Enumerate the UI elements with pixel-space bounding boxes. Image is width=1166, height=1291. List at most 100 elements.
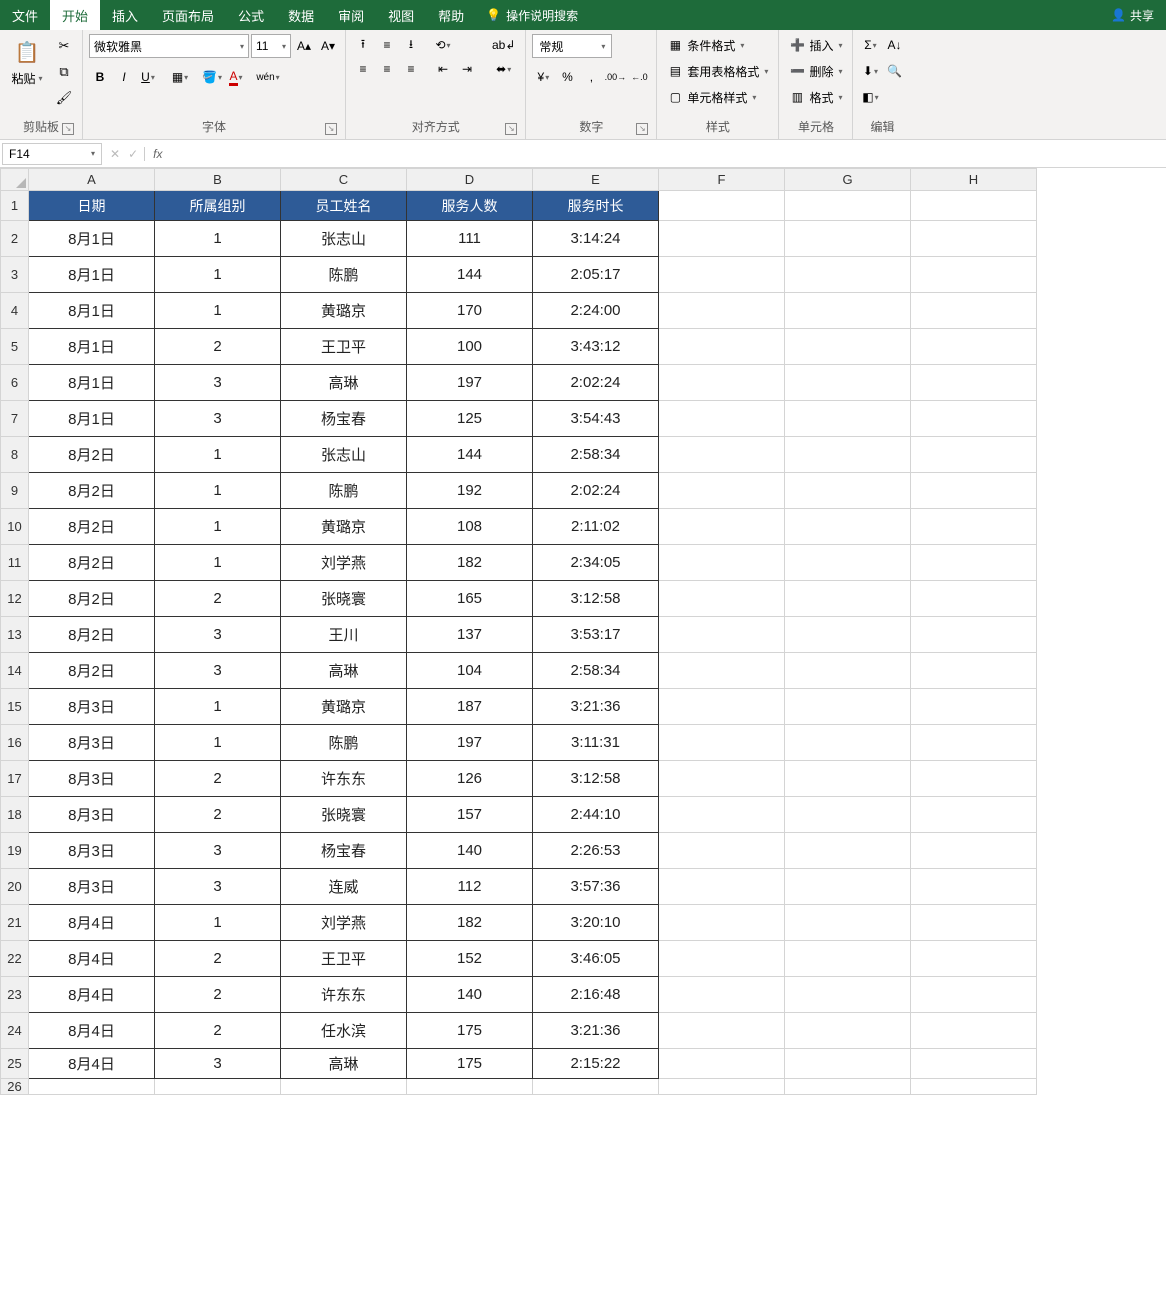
cell[interactable] (659, 833, 785, 869)
table-data-cell[interactable]: 3:14:24 (533, 221, 659, 257)
cell[interactable] (785, 797, 911, 833)
cell-styles-button[interactable]: ▢单元格样式▾ (663, 86, 760, 108)
format-cells-button[interactable]: ▥格式▾ (785, 86, 846, 108)
table-data-cell[interactable]: 2 (155, 1013, 281, 1049)
cell[interactable] (659, 689, 785, 725)
cell[interactable] (911, 905, 1037, 941)
table-data-cell[interactable]: 3:53:17 (533, 617, 659, 653)
cell[interactable] (155, 1079, 281, 1095)
cell[interactable] (785, 401, 911, 437)
table-data-cell[interactable]: 杨宝春 (281, 401, 407, 437)
table-data-cell[interactable]: 张晓寰 (281, 581, 407, 617)
table-data-cell[interactable]: 任水滨 (281, 1013, 407, 1049)
cell[interactable] (785, 437, 911, 473)
table-data-cell[interactable]: 2:02:24 (533, 365, 659, 401)
font-name-combo[interactable]: 微软雅黑▾ (89, 34, 249, 58)
table-data-cell[interactable]: 王卫平 (281, 941, 407, 977)
table-data-cell[interactable]: 182 (407, 545, 533, 581)
table-data-cell[interactable]: 8月1日 (29, 365, 155, 401)
cell[interactable] (911, 653, 1037, 689)
cell[interactable] (659, 293, 785, 329)
cell[interactable] (911, 725, 1037, 761)
table-data-cell[interactable]: 张志山 (281, 437, 407, 473)
table-data-cell[interactable]: 111 (407, 221, 533, 257)
row-header-4[interactable]: 4 (1, 293, 29, 329)
accounting-format-button[interactable]: ¥▾ (532, 66, 554, 88)
row-header-5[interactable]: 5 (1, 329, 29, 365)
copy-button[interactable]: ⧉ (52, 60, 76, 84)
table-data-cell[interactable]: 3:57:36 (533, 869, 659, 905)
row-header-16[interactable]: 16 (1, 725, 29, 761)
share-button[interactable]: 👤 共享 (1099, 0, 1166, 30)
column-header-D[interactable]: D (407, 169, 533, 191)
row-header-1[interactable]: 1 (1, 191, 29, 221)
cell[interactable] (911, 941, 1037, 977)
row-header-18[interactable]: 18 (1, 797, 29, 833)
merge-center-button[interactable]: ⬌▾ (488, 58, 519, 80)
table-data-cell[interactable]: 2 (155, 581, 281, 617)
table-data-cell[interactable]: 2:16:48 (533, 977, 659, 1013)
cell[interactable] (911, 257, 1037, 293)
tab-data[interactable]: 数据 (276, 0, 326, 30)
row-header-2[interactable]: 2 (1, 221, 29, 257)
table-data-cell[interactable]: 2 (155, 761, 281, 797)
table-data-cell[interactable]: 197 (407, 365, 533, 401)
table-data-cell[interactable]: 3 (155, 365, 281, 401)
cell[interactable] (29, 1079, 155, 1095)
insert-cells-button[interactable]: ➕插入▾ (785, 34, 846, 56)
row-header-3[interactable]: 3 (1, 257, 29, 293)
cell[interactable] (911, 1013, 1037, 1049)
table-data-cell[interactable]: 137 (407, 617, 533, 653)
table-data-cell[interactable]: 2 (155, 329, 281, 365)
table-data-cell[interactable]: 1 (155, 905, 281, 941)
wrap-text-button[interactable]: ab↲ (488, 34, 519, 56)
cell[interactable] (785, 293, 911, 329)
column-header-C[interactable]: C (281, 169, 407, 191)
cell[interactable] (785, 725, 911, 761)
table-data-cell[interactable]: 刘学燕 (281, 905, 407, 941)
table-data-cell[interactable]: 8月3日 (29, 761, 155, 797)
table-data-cell[interactable]: 8月4日 (29, 977, 155, 1013)
enter-formula-button[interactable]: ✓ (128, 147, 138, 161)
table-data-cell[interactable]: 125 (407, 401, 533, 437)
cell[interactable] (659, 473, 785, 509)
cell[interactable] (911, 437, 1037, 473)
cell[interactable] (785, 1049, 911, 1079)
align-top-button[interactable]: ⭱ (352, 34, 374, 56)
cell[interactable] (785, 1079, 911, 1095)
table-data-cell[interactable]: 3 (155, 869, 281, 905)
cut-button[interactable]: ✂ (52, 34, 76, 58)
tab-review[interactable]: 审阅 (326, 0, 376, 30)
table-data-cell[interactable]: 3 (155, 617, 281, 653)
row-header-24[interactable]: 24 (1, 1013, 29, 1049)
cell[interactable] (785, 365, 911, 401)
table-data-cell[interactable]: 刘学燕 (281, 545, 407, 581)
cell[interactable] (785, 473, 911, 509)
cell[interactable] (281, 1079, 407, 1095)
table-data-cell[interactable]: 2 (155, 941, 281, 977)
cell[interactable] (785, 761, 911, 797)
increase-font-button[interactable]: A▴ (293, 35, 315, 57)
font-size-combo[interactable]: 11▾ (251, 34, 291, 58)
table-data-cell[interactable]: 3:46:05 (533, 941, 659, 977)
align-middle-button[interactable]: ≡ (376, 34, 398, 56)
cell[interactable] (659, 869, 785, 905)
table-data-cell[interactable]: 杨宝春 (281, 833, 407, 869)
decrease-decimal-button[interactable]: ←.0 (628, 66, 650, 88)
cell[interactable] (785, 581, 911, 617)
table-data-cell[interactable]: 1 (155, 437, 281, 473)
row-header-6[interactable]: 6 (1, 365, 29, 401)
cell[interactable] (785, 617, 911, 653)
alignment-dialog-launcher[interactable]: ↘ (505, 123, 517, 135)
table-data-cell[interactable]: 140 (407, 833, 533, 869)
table-data-cell[interactable]: 2:15:22 (533, 1049, 659, 1079)
table-data-cell[interactable]: 8月2日 (29, 437, 155, 473)
row-header-7[interactable]: 7 (1, 401, 29, 437)
table-data-cell[interactable]: 8月3日 (29, 833, 155, 869)
decrease-font-button[interactable]: A▾ (317, 35, 339, 57)
table-data-cell[interactable]: 连威 (281, 869, 407, 905)
table-data-cell[interactable]: 8月4日 (29, 1013, 155, 1049)
table-data-cell[interactable]: 8月1日 (29, 401, 155, 437)
table-data-cell[interactable]: 高琳 (281, 365, 407, 401)
table-data-cell[interactable]: 2:26:53 (533, 833, 659, 869)
